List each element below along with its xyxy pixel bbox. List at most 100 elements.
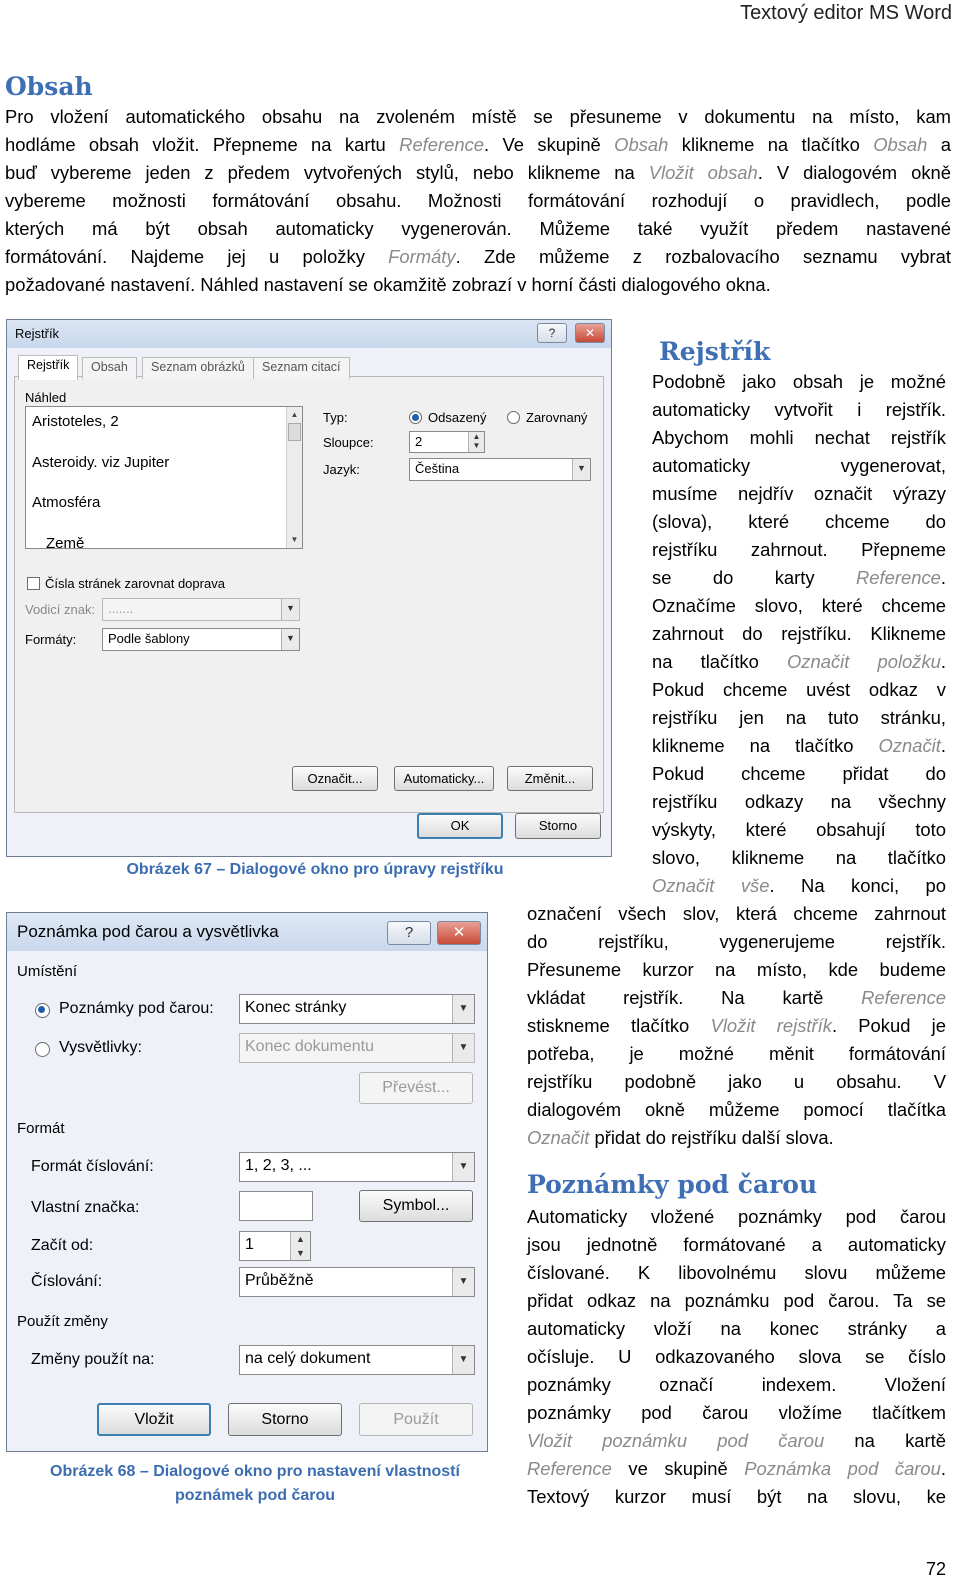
close-icon[interactable]: ✕: [575, 323, 605, 343]
text-line: buď vybereme jeden z předem vytvořených …: [5, 159, 951, 187]
text-run: očísluje. U odkazovaného slova se číslo: [527, 1346, 946, 1367]
scroll-down-icon[interactable]: ▼: [287, 532, 302, 548]
tab-rejstrik[interactable]: Rejstřík: [18, 355, 79, 380]
ui-reference: Reference: [527, 1458, 612, 1479]
tab-seznam-citaci[interactable]: Seznam citací: [253, 357, 350, 379]
vodici-select[interactable]: ....... ▼: [102, 598, 300, 621]
radio-odsazeny[interactable]: [409, 411, 422, 424]
vysvetlivky-label: Vysvětlivky:: [59, 1039, 142, 1056]
chevron-down-icon[interactable]: ▼: [572, 459, 590, 480]
text-run: .: [940, 567, 946, 588]
radio-odsazeny-label: Odsazený: [428, 410, 487, 425]
vysvetlivky-value: Konec dokumentu: [245, 1038, 374, 1055]
zmeny-select[interactable]: na celý dokument ▼: [239, 1345, 475, 1375]
text-line: automaticky vytvořit i rejstřík.: [652, 396, 946, 424]
text-line: očísluje. U odkazovaného slova se číslo: [527, 1343, 946, 1371]
formaty-select[interactable]: Podle šablony ▼: [102, 628, 300, 651]
scroll-up-icon[interactable]: ▲: [287, 407, 302, 423]
chevron-down-icon[interactable]: ▼: [281, 629, 299, 650]
text-run: .: [940, 1458, 947, 1479]
chevron-down-icon[interactable]: ▼: [452, 1268, 474, 1296]
text-run: poznámky pod čarou vložíme tlačítkem: [527, 1402, 946, 1423]
heading-obsah: Obsah: [5, 72, 93, 101]
text-line: stiskneme tlačítko Vložit rejstřík. Poku…: [527, 1012, 946, 1040]
tab-seznam-obrazku[interactable]: Seznam obrázků: [142, 357, 254, 379]
oznacit-button[interactable]: Označit...: [292, 766, 378, 791]
spin-icon[interactable]: ▲ ▼: [468, 432, 484, 452]
vysvetlivky-select[interactable]: Konec dokumentu ▼: [239, 1033, 475, 1063]
text-run: rejstříku zahrnout. Přepneme: [652, 539, 946, 560]
storno-button[interactable]: Storno: [515, 813, 601, 839]
sloupce-value: 2: [415, 434, 423, 449]
chevron-down-icon[interactable]: ▼: [452, 1153, 474, 1181]
text-line: Označit přidat do rejstříku další slova.: [527, 1124, 946, 1152]
automaticky-button[interactable]: Automaticky...: [394, 766, 494, 791]
prevest-button[interactable]: Převést...: [359, 1072, 473, 1104]
text-run: Textový kurzor musí být na slovu, ke: [527, 1486, 946, 1507]
vlastni-znacka-input[interactable]: [239, 1191, 313, 1221]
spin-icon[interactable]: ▲ ▼: [290, 1232, 310, 1260]
text-line: číslované. K libovolnému slovu můžeme: [527, 1259, 946, 1287]
text-run: (slova), které chceme do: [652, 511, 946, 532]
text-line: rejstříku odkazy na všechny: [652, 788, 946, 816]
storno-button[interactable]: Storno: [228, 1403, 342, 1436]
symbol-button[interactable]: Symbol...: [359, 1190, 473, 1222]
paragraph-poznamky: Automaticky vložené poznámky pod čarou js…: [527, 1203, 946, 1511]
dialog-titlebar: Rejstřík ? ✕: [7, 320, 611, 348]
help-icon[interactable]: ?: [387, 921, 431, 945]
text-run: slovo, klikneme na tlačítko: [652, 847, 946, 868]
text-line: klikneme na tlačítko Označit.: [652, 732, 946, 760]
zmenit-button[interactable]: Změnit...: [507, 766, 593, 791]
zacit-od-stepper[interactable]: 1 ▲ ▼: [239, 1231, 311, 1261]
close-icon[interactable]: ✕: [437, 921, 481, 945]
jazyk-label: Jazyk:: [323, 462, 360, 477]
chevron-down-icon[interactable]: ▼: [452, 1034, 474, 1062]
heading-poznamky: Poznámky pod čarou: [527, 1170, 818, 1199]
text-run: ve skupině: [611, 1458, 745, 1479]
text-line: slovo, klikneme na tlačítko: [652, 844, 946, 872]
ok-button[interactable]: OK: [417, 813, 503, 839]
figure-68-caption: Obrázek 68 – Dialogové okno pro nastaven…: [20, 1460, 490, 1508]
ui-reference: Označit položku: [787, 651, 941, 672]
text-run: Pokud chceme přidat do: [652, 763, 946, 784]
page-number: 72: [925, 1559, 946, 1579]
help-icon[interactable]: ?: [537, 323, 567, 343]
radio-poznamky[interactable]: [35, 1003, 50, 1018]
chevron-down-icon[interactable]: ▼: [452, 1346, 474, 1374]
cislovani-select[interactable]: Průběžně ▼: [239, 1267, 475, 1297]
text-run: se do karty: [652, 567, 857, 588]
cisla-checkbox[interactable]: [27, 577, 40, 590]
text-line: rejstříku zahrnout. Přepneme: [652, 536, 946, 564]
text-line: zahrnout do rejstříku. Klikneme: [652, 620, 946, 648]
radio-zarovnany[interactable]: [507, 411, 520, 424]
jazyk-select[interactable]: Čeština ▼: [409, 458, 591, 481]
group-pouzit-zmeny: Použít změny: [17, 1313, 108, 1330]
scroll-thumb[interactable]: [288, 423, 301, 441]
text-run: přidat odkaz na poznámku pod čarou. Ta s…: [527, 1290, 946, 1311]
ui-reference: Reference: [861, 987, 946, 1008]
format-cislovani-label: Formát číslování:: [31, 1158, 154, 1175]
text-line: požadované nastavení. Náhled nastavení s…: [5, 271, 951, 299]
text-run: číslované. K libovolnému slovu můžeme: [527, 1262, 946, 1283]
preview-box[interactable]: Aristoteles, 2 Asteroidy. viz Jupiter At…: [25, 406, 303, 552]
sloupce-stepper[interactable]: 2 ▲ ▼: [409, 431, 485, 453]
text-run: poznámky označí indexem. Vložení: [527, 1374, 946, 1395]
text-line: Abychom mohli nechat rejstřík: [652, 424, 946, 452]
text-line: na tlačítko Označit položku.: [652, 648, 946, 676]
text-line: poznámky pod čarou vložíme tlačítkem: [527, 1399, 946, 1427]
tab-obsah[interactable]: Obsah: [82, 357, 137, 379]
text-run: vkládat rejstřík. Na kartě: [527, 987, 862, 1008]
pouzit-button[interactable]: Použít: [359, 1403, 473, 1436]
format-cislovani-select[interactable]: 1, 2, 3, ... ▼: [239, 1152, 475, 1182]
poznamky-select[interactable]: Konec stránky ▼: [239, 994, 475, 1024]
text-line: Pokud chceme přidat do: [652, 760, 946, 788]
text-line: rejstříku jen na tuto stránku,: [652, 704, 946, 732]
preview-scrollbar[interactable]: ▲ ▼: [286, 407, 302, 548]
chevron-down-icon[interactable]: ▼: [452, 995, 474, 1023]
chevron-down-icon[interactable]: ▼: [281, 599, 299, 620]
ui-reference: Reference: [856, 567, 941, 588]
vlozit-button[interactable]: Vložit: [97, 1403, 211, 1436]
text-run: požadované nastavení. Náhled nastavení s…: [5, 274, 771, 295]
radio-vysvetlivky[interactable]: [35, 1042, 50, 1057]
text-run: automaticky vytvořit i rejstřík.: [652, 399, 946, 420]
